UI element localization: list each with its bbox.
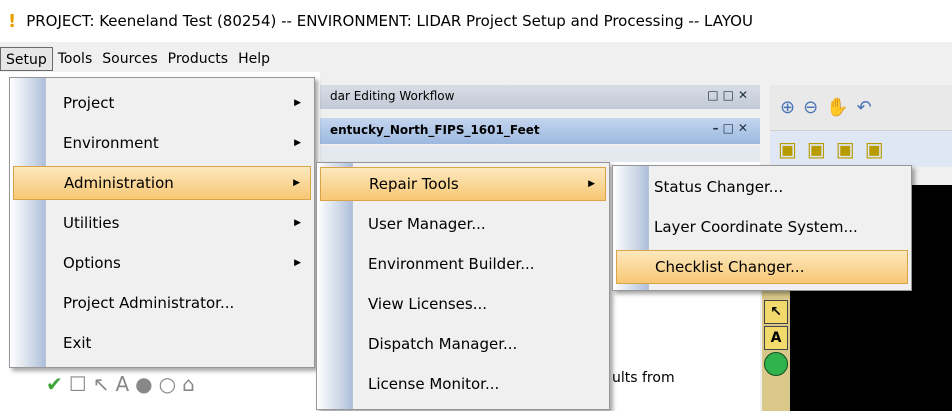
menu-item-license-monitor[interactable]: License Monitor...: [320, 367, 606, 401]
circle-icon: ●○: [135, 372, 183, 396]
window-titlebar: ! PROJECT: Keeneland Test (80254) -- ENV…: [0, 0, 952, 42]
menu-sources[interactable]: Sources: [97, 47, 162, 71]
repair-tools-menu: Status Changer... Layer Coordinate Syste…: [612, 165, 912, 291]
text-tool-icon[interactable]: A: [764, 326, 788, 350]
submenu-arrow-icon: ▶: [294, 258, 301, 268]
setup-menu: Project ▶ Environment ▶ Administration ▶…: [9, 77, 315, 368]
menu-item-environment-builder[interactable]: Environment Builder...: [320, 247, 606, 281]
menu-item-project-administrator[interactable]: Project Administrator...: [13, 286, 311, 320]
menu-item-label: Environment Builder...: [368, 255, 535, 273]
menu-tools[interactable]: Tools: [53, 47, 98, 71]
menu-item-environment[interactable]: Environment ▶: [13, 126, 311, 160]
tree-icon-row: ✔☐↖A●○⌂: [46, 372, 201, 396]
menu-item-status-changer[interactable]: Status Changer...: [616, 170, 908, 204]
panel-toolbar: [320, 146, 760, 162]
menu-item-label: View Licenses...: [368, 295, 488, 313]
partial-text: ults from: [612, 370, 675, 386]
layer-toolbar: ▣▣▣▣: [770, 131, 952, 167]
zoom-toolbar: ⊕⊖✋↶: [770, 85, 952, 131]
circle-tool-icon[interactable]: [764, 352, 788, 376]
zoom-icon[interactable]: ⊕⊖✋↶: [780, 97, 880, 118]
text-icon: A: [115, 372, 136, 396]
lock-icon: ⌂: [182, 372, 201, 396]
menu-item-label: Administration: [64, 174, 174, 192]
coord-panel-header: entucky_North_FIPS_1601_Feet –□✕: [320, 118, 760, 144]
panel-controls[interactable]: □□✕: [707, 88, 752, 102]
menu-item-label: Exit: [63, 334, 92, 352]
menu-item-label: Repair Tools: [369, 175, 459, 193]
menu-item-label: Options: [63, 254, 121, 272]
panel-controls[interactable]: –□✕: [713, 121, 752, 135]
menu-item-view-licenses[interactable]: View Licenses...: [320, 287, 606, 321]
workflow-panel-title: dar Editing Workflow: [330, 89, 455, 103]
menu-item-checklist-changer[interactable]: Checklist Changer...: [616, 250, 908, 284]
workflow-panel-header: dar Editing Workflow □□✕: [320, 85, 760, 109]
menu-item-label: Status Changer...: [654, 178, 784, 196]
submenu-arrow-icon: ▶: [588, 179, 595, 189]
menu-item-exit[interactable]: Exit: [13, 326, 311, 360]
submenu-arrow-icon: ▶: [294, 138, 301, 148]
menu-item-options[interactable]: Options ▶: [13, 246, 311, 280]
menu-item-label: Environment: [63, 134, 159, 152]
administration-menu: Repair Tools ▶ User Manager... Environme…: [316, 162, 610, 410]
submenu-arrow-icon: ▶: [294, 98, 301, 108]
menu-item-label: Utilities: [63, 214, 120, 232]
check-icon[interactable]: ✔: [46, 372, 69, 396]
menu-item-label: Dispatch Manager...: [368, 335, 518, 353]
menu-item-repair-tools[interactable]: Repair Tools ▶: [320, 167, 606, 201]
menu-item-utilities[interactable]: Utilities ▶: [13, 206, 311, 240]
menu-products[interactable]: Products: [163, 47, 233, 71]
menu-item-user-manager[interactable]: User Manager...: [320, 207, 606, 241]
menu-setup[interactable]: Setup: [0, 47, 53, 71]
window-title: PROJECT: Keeneland Test (80254) -- ENVIR…: [26, 12, 753, 30]
warning-icon: !: [8, 10, 17, 32]
menu-item-label: Checklist Changer...: [655, 258, 805, 276]
menu-item-administration[interactable]: Administration ▶: [13, 166, 311, 200]
menu-help[interactable]: Help: [233, 47, 275, 71]
menu-item-layer-coordinate-system[interactable]: Layer Coordinate System...: [616, 210, 908, 244]
submenu-arrow-icon: ▶: [294, 218, 301, 228]
pointer-icon: ↖: [92, 372, 116, 396]
menu-item-label: Layer Coordinate System...: [654, 218, 858, 236]
checkbox-icon[interactable]: ☐: [69, 372, 93, 396]
menu-item-label: User Manager...: [368, 215, 486, 233]
coord-panel-title: entucky_North_FIPS_1601_Feet: [330, 123, 540, 137]
menu-item-label: License Monitor...: [368, 375, 500, 393]
menubar: Setup Tools Sources Products Help: [0, 46, 952, 72]
pointer-icon[interactable]: ↖: [764, 300, 788, 324]
submenu-arrow-icon: ▶: [293, 178, 300, 188]
menu-item-label: Project Administrator...: [63, 294, 235, 312]
layer-icon[interactable]: ▣▣▣▣: [778, 137, 894, 161]
menu-item-label: Project: [63, 94, 115, 112]
menu-item-dispatch-manager[interactable]: Dispatch Manager...: [320, 327, 606, 361]
menu-item-project[interactable]: Project ▶: [13, 86, 311, 120]
